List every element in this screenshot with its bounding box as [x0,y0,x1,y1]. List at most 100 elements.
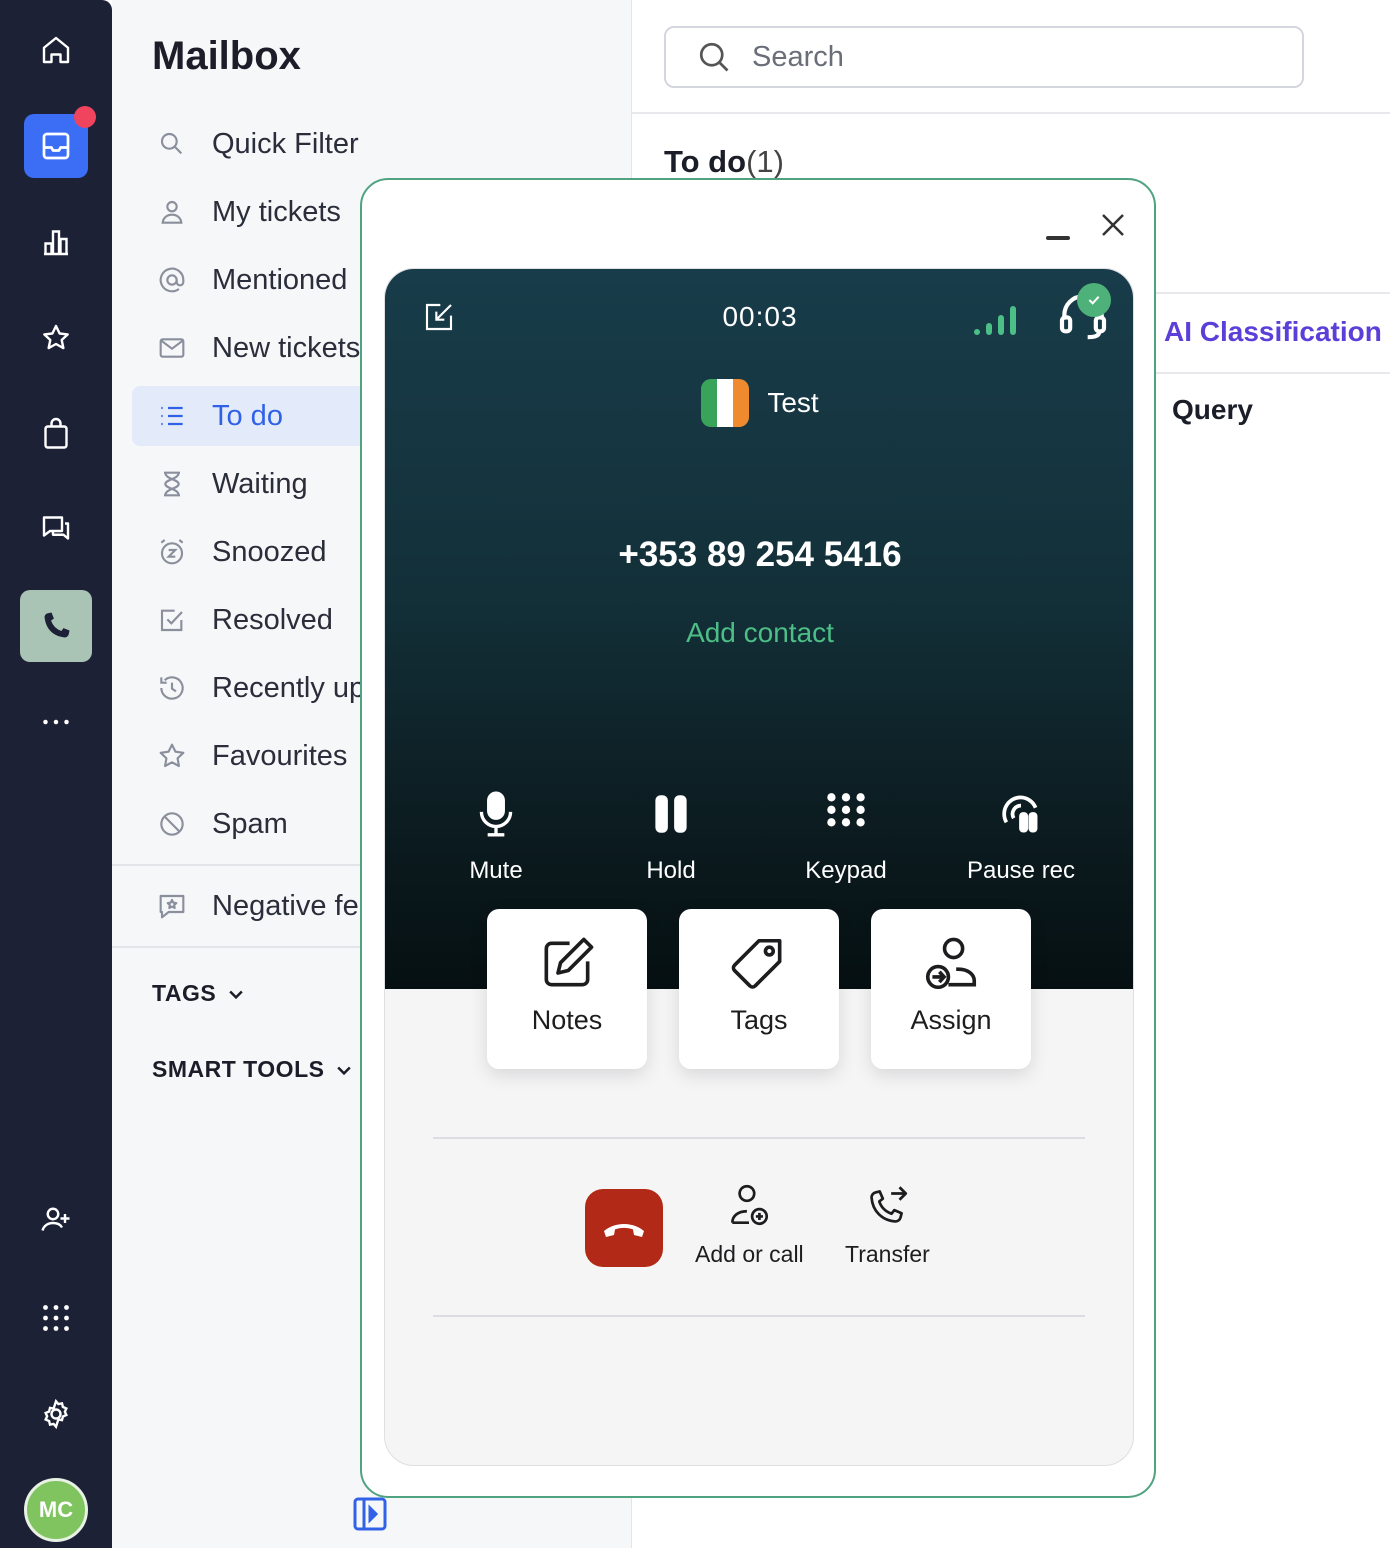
status-badge [1077,283,1111,317]
keypad-button[interactable]: Keypad [761,789,931,885]
user-icon [152,196,192,228]
alarm-icon [152,536,192,568]
nav-item-label: My tickets [212,195,341,228]
assign-button[interactable]: Assign [871,909,1031,1069]
query-label: Query [1172,394,1253,425]
call-popup: 00:03 Test +353 89 254 5416 Add contact … [360,178,1156,1498]
list-icon [152,400,192,432]
nav-item-label: New tickets [212,331,361,364]
hold-label: Hold [646,857,696,884]
nav-item-quick-filter[interactable]: Quick Filter [132,114,612,174]
search-icon [699,42,729,72]
list-title: To do(1) [664,144,784,180]
nav-item-label: Negative fe [212,889,359,922]
divider [433,1315,1085,1317]
home-icon [42,36,70,64]
search-icon [152,128,192,160]
shop-button[interactable] [20,398,92,470]
nav-item-label: Recently up [212,671,366,704]
hangup-icon [604,1223,644,1237]
ireland-flag-icon [701,379,750,427]
inbox-icon [42,132,70,160]
call-card: 00:03 Test +353 89 254 5416 Add contact … [384,268,1134,1466]
chat-icon [42,516,70,540]
apps-button[interactable] [20,1282,92,1354]
notification-dot [74,106,96,128]
add-user-button[interactable] [20,1184,92,1256]
close-icon[interactable] [1098,210,1128,240]
transfer-call-icon [870,1186,908,1223]
chat-button[interactable] [20,492,92,564]
history-icon [152,672,192,704]
nav-item-label: Resolved [212,603,333,636]
add-contact-link[interactable]: Add contact [385,617,1133,649]
tags-section-toggle[interactable]: TAGS [152,980,246,1007]
chart-icon [44,230,68,256]
inbox-button[interactable] [24,106,96,178]
settings-button[interactable] [20,1378,92,1450]
hangup-button[interactable] [585,1189,663,1267]
favourites-button[interactable] [20,302,92,374]
divider [1152,372,1390,374]
add-user-icon [41,1207,70,1231]
check-square-icon [152,604,192,636]
phone-button[interactable] [20,590,92,662]
more-icon [43,719,69,725]
minimize-button[interactable] [1046,236,1070,240]
assign-label: Assign [910,1005,992,1035]
contact-name: Test [767,387,819,418]
add-or-call-button[interactable]: Add or call [695,1181,804,1268]
nav-item-label: Spam [212,807,288,840]
microphone-icon [479,791,513,837]
search-box[interactable] [664,26,1304,88]
hourglass-icon [152,468,192,500]
keypad-icon [827,793,865,827]
star-icon [152,740,192,772]
reports-button[interactable] [20,206,92,278]
divider [632,112,1390,114]
pause-recording-button[interactable]: Pause rec [936,789,1106,885]
add-or-call-label: Add or call [695,1241,804,1267]
mute-button[interactable]: Mute [411,789,581,885]
pause-recording-icon [1002,795,1038,833]
list-title-text: To do [664,144,747,179]
tag-icon [731,938,782,989]
chevron-down-icon [337,1066,352,1075]
tags-button[interactable]: Tags [679,909,839,1069]
divider [1152,292,1390,294]
nav-item-label: Quick Filter [212,127,359,160]
hold-button[interactable]: Hold [586,789,756,885]
pause-recording-label: Pause rec [966,857,1076,884]
contact-row: Test [385,379,1133,427]
at-icon [152,264,192,296]
collapse-sidebar-icon[interactable] [352,1496,388,1532]
feedback-icon [152,890,192,922]
pause-icon [655,795,687,833]
transfer-button[interactable]: Transfer [845,1181,930,1268]
home-button[interactable] [20,14,92,86]
more-button[interactable] [20,686,92,758]
settings-icon [44,1398,68,1430]
check-icon [1088,295,1100,305]
avatar[interactable]: MC [24,1478,88,1542]
mute-label: Mute [469,857,523,884]
add-participant-icon [731,1184,769,1226]
nav-item-label: Snoozed [212,535,327,568]
ai-classification-tab[interactable]: AI Classification [1164,316,1382,348]
star-icon [43,324,69,350]
call-timer: 00:03 [722,301,798,332]
notes-button[interactable]: Notes [487,909,647,1069]
smart-tools-heading: SMART TOOLS [152,1056,325,1082]
smart-tools-section-toggle[interactable]: SMART TOOLS [152,1056,354,1083]
search-input[interactable] [752,40,1252,74]
tags-label: Tags [730,1005,788,1035]
envelope-icon [152,332,192,364]
block-icon [152,808,192,840]
call-header: 00:03 Test +353 89 254 5416 Add contact … [385,269,1133,989]
page-title: Mailbox [152,34,301,78]
bag-icon [44,417,68,449]
phone-number: +353 89 254 5416 [618,535,902,574]
transfer-label: Transfer [845,1241,930,1267]
nav-item-label: Favourites [212,739,348,772]
phone-icon [44,612,70,638]
